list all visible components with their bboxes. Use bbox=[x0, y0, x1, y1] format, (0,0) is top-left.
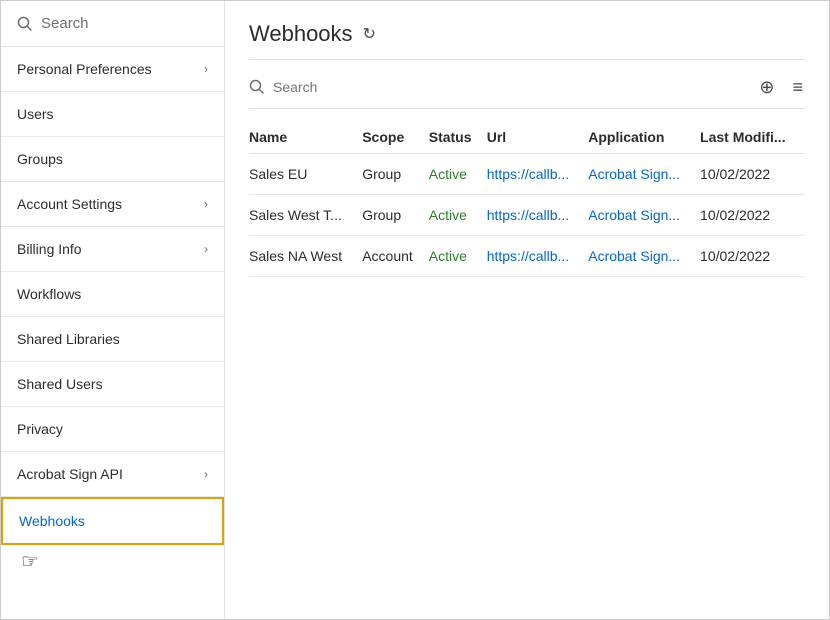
sidebar-item-label: Acrobat Sign API bbox=[17, 466, 123, 482]
sidebar-item-label: Account Settings bbox=[17, 196, 122, 212]
table-row[interactable]: Sales NA WestAccountActivehttps://callb.… bbox=[249, 236, 805, 277]
refresh-icon[interactable]: ↻ bbox=[363, 24, 376, 44]
chevron-down-icon: › bbox=[204, 242, 208, 256]
table-cell: 10/02/2022 bbox=[700, 195, 805, 236]
table-cell: Acrobat Sign... bbox=[588, 154, 700, 195]
table-header: NameScopeStatusUrlApplicationLast Modifi… bbox=[249, 121, 805, 154]
search-left bbox=[249, 79, 757, 95]
sidebar-item-shared-libraries[interactable]: Shared Libraries bbox=[1, 317, 224, 362]
table-cell: Account bbox=[362, 236, 429, 277]
table-row[interactable]: Sales West T...GroupActivehttps://callb.… bbox=[249, 195, 805, 236]
filter-menu-button[interactable]: ≡ bbox=[790, 76, 805, 98]
table-cell: Group bbox=[362, 154, 429, 195]
table-cell: https://callb... bbox=[487, 195, 589, 236]
table-cell: https://callb... bbox=[487, 236, 589, 277]
sidebar-search[interactable]: Search bbox=[1, 1, 224, 47]
col-header-url: Url bbox=[487, 121, 589, 154]
sidebar-item-billing-info[interactable]: Billing Info › bbox=[1, 227, 224, 272]
sidebar-item-users[interactable]: Users bbox=[1, 92, 224, 137]
table-cell: Active bbox=[429, 195, 487, 236]
sidebar-item-privacy[interactable]: Privacy bbox=[1, 407, 224, 452]
col-header-application: Application bbox=[588, 121, 700, 154]
sidebar-item-shared-users[interactable]: Shared Users bbox=[1, 362, 224, 407]
sidebar-item-label: Webhooks bbox=[19, 513, 85, 529]
add-webhook-button[interactable]: ⊕ bbox=[757, 76, 776, 98]
page-header: Webhooks ↻ bbox=[249, 21, 805, 60]
sidebar-item-label: Billing Info bbox=[17, 241, 82, 257]
search-actions: ⊕ ≡ bbox=[757, 76, 805, 98]
page-title: Webhooks bbox=[249, 21, 353, 47]
sidebar-item-label: Shared Libraries bbox=[17, 331, 120, 347]
table-cell: 10/02/2022 bbox=[700, 236, 805, 277]
sidebar-item-personal-preferences[interactable]: Personal Preferences › bbox=[1, 47, 224, 92]
table-cell: 10/02/2022 bbox=[700, 154, 805, 195]
sidebar-search-label: Search bbox=[41, 15, 89, 32]
table-cell: Sales NA West bbox=[249, 236, 362, 277]
table-cell: Acrobat Sign... bbox=[588, 236, 700, 277]
sidebar: Search Personal Preferences › Users Groups A… bbox=[1, 1, 225, 619]
sidebar-item-workflows[interactable]: Workflows bbox=[1, 272, 224, 317]
sidebar-item-label: Users bbox=[17, 106, 54, 122]
table-cell: Active bbox=[429, 154, 487, 195]
table-cell: Sales EU bbox=[249, 154, 362, 195]
col-header-last-modifi---: Last Modifi... bbox=[700, 121, 805, 154]
table-cell: Acrobat Sign... bbox=[588, 195, 700, 236]
search-icon bbox=[17, 16, 33, 32]
table-cell: Active bbox=[429, 236, 487, 277]
table-row[interactable]: Sales EUGroupActivehttps://callb...Acrob… bbox=[249, 154, 805, 195]
webhooks-search-bar: ⊕ ≡ bbox=[249, 76, 805, 109]
sidebar-item-label: Personal Preferences bbox=[17, 61, 152, 77]
table-cell: Group bbox=[362, 195, 429, 236]
col-header-name: Name bbox=[249, 121, 362, 154]
sidebar-item-acrobat-sign-api[interactable]: Acrobat Sign API › bbox=[1, 452, 224, 497]
table-body: Sales EUGroupActivehttps://callb...Acrob… bbox=[249, 154, 805, 277]
sidebar-item-label: Privacy bbox=[17, 421, 63, 437]
chevron-down-icon: › bbox=[204, 467, 208, 481]
sidebar-item-label: Workflows bbox=[17, 286, 81, 302]
cursor-pointer: ☞ bbox=[1, 545, 224, 574]
col-header-status: Status bbox=[429, 121, 487, 154]
sidebar-item-webhooks[interactable]: Webhooks bbox=[1, 497, 224, 545]
chevron-down-icon: › bbox=[204, 197, 208, 211]
sidebar-item-label: Groups bbox=[17, 151, 63, 167]
col-header-scope: Scope bbox=[362, 121, 429, 154]
webhooks-search-input[interactable] bbox=[273, 79, 573, 95]
webhooks-table: NameScopeStatusUrlApplicationLast Modifi… bbox=[249, 121, 805, 277]
sidebar-item-label: Shared Users bbox=[17, 376, 103, 392]
table-cell: Sales West T... bbox=[249, 195, 362, 236]
sidebar-item-groups[interactable]: Groups bbox=[1, 137, 224, 182]
sidebar-item-account-settings[interactable]: Account Settings › bbox=[1, 182, 224, 227]
sidebar-nav: Personal Preferences › Users Groups Account … bbox=[1, 47, 224, 574]
table-cell: https://callb... bbox=[487, 154, 589, 195]
main-search-icon bbox=[249, 79, 265, 95]
main-content: Webhooks ↻ ⊕ ≡ NameScopeStatusUrlApplica… bbox=[225, 1, 829, 619]
chevron-down-icon: › bbox=[204, 62, 208, 76]
